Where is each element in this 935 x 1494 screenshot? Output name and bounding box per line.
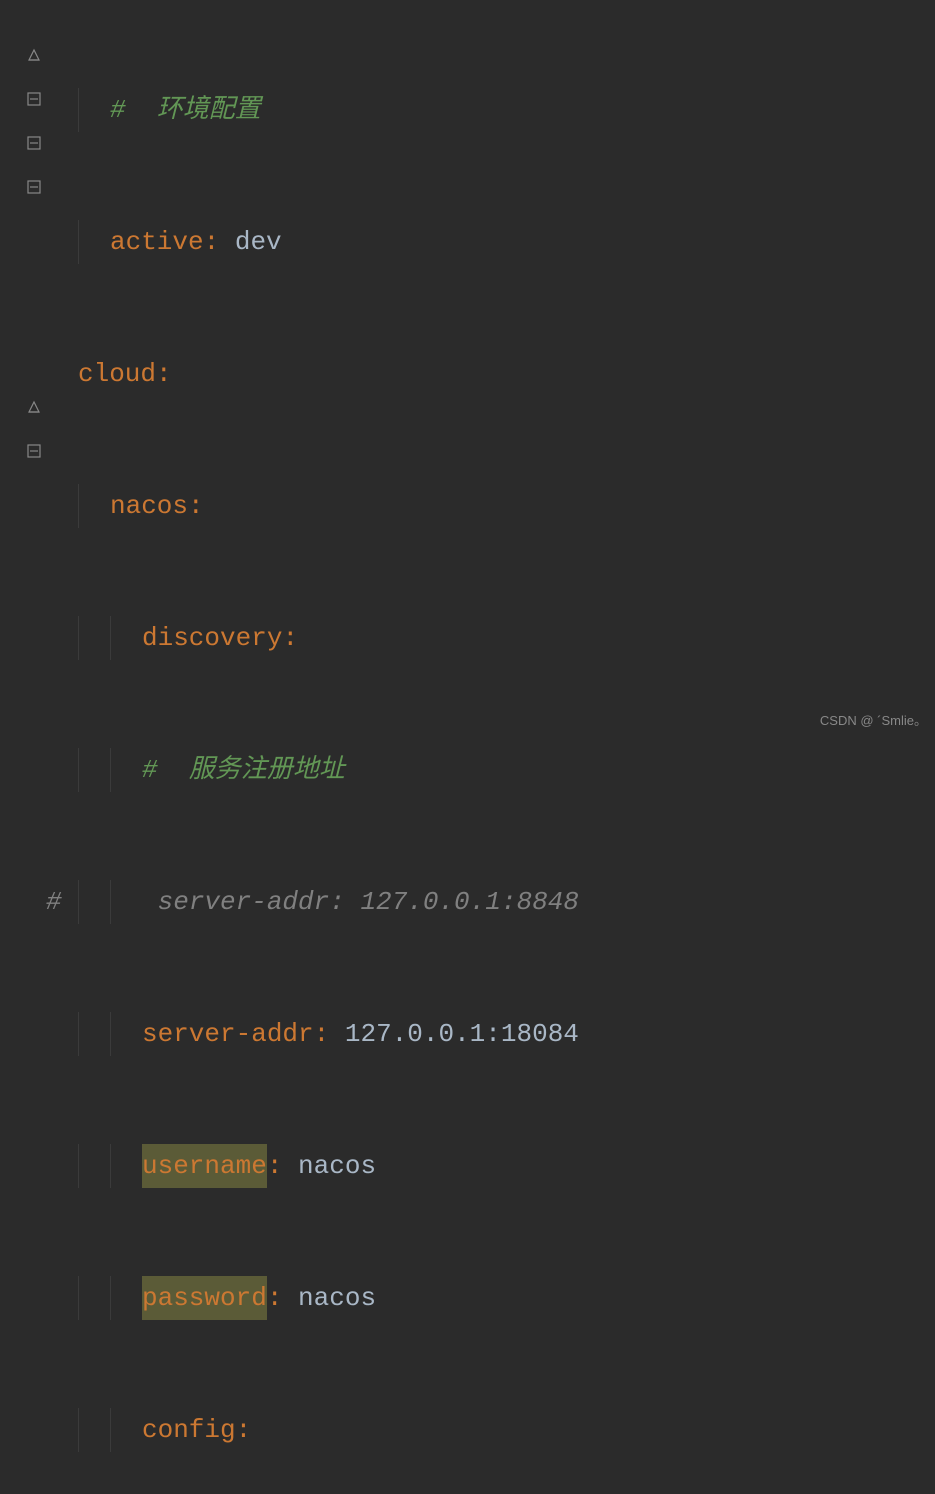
fold-end-icon[interactable] [26,47,42,63]
code-line: # 服务注册地址 [46,748,935,792]
yaml-value: 127.0.0.1:18084 [345,1012,579,1056]
fold-minus-icon[interactable] [26,179,42,195]
editor-gutter [0,0,46,747]
code-line: nacos: [46,484,935,528]
code-line: username: nacos [46,1144,935,1188]
comment-text: # 环境配置 [110,88,261,132]
fold-end-icon[interactable] [26,399,42,415]
code-line: password: nacos [46,1276,935,1320]
comment-text: # 服务注册地址 [142,748,345,792]
yaml-key-highlighted: username [142,1144,267,1188]
code-line: config: [46,1408,935,1452]
fold-minus-icon[interactable] [26,91,42,107]
code-line: server-addr: 127.0.0.1:18084 [46,1012,935,1056]
yaml-key: server-addr [142,1012,314,1056]
comment-text: server-addr: 127.0.0.1:8848 [158,880,579,924]
code-line: # server-addr: 127.0.0.1:8848 [46,880,935,924]
fold-minus-icon[interactable] [26,135,42,151]
yaml-value: nacos [298,1276,376,1320]
watermark-text: CSDN @ ´Smlie。 [820,699,927,743]
code-line: # 环境配置 [46,88,935,132]
yaml-key: active [110,220,204,264]
fold-minus-icon[interactable] [26,443,42,459]
yaml-key: config [142,1408,236,1452]
code-line: cloud: [46,352,935,396]
yaml-key-highlighted: password [142,1276,267,1320]
code-editor[interactable]: # 环境配置 active: dev cloud: nacos: discove… [46,0,935,1494]
yaml-key: cloud [78,352,156,396]
yaml-value: dev [235,220,282,264]
yaml-key: nacos [110,484,188,528]
yaml-value: nacos [298,1144,376,1188]
yaml-key: discovery [142,616,282,660]
code-line: discovery: [46,616,935,660]
comment-hash: # [46,880,62,924]
code-line: active: dev [46,220,935,264]
